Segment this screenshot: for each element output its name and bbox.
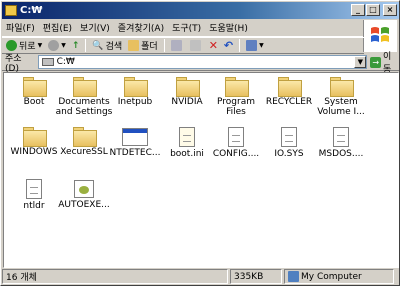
file-item[interactable]: AUTOEXE... bbox=[54, 179, 114, 210]
toolbar-separator bbox=[239, 39, 241, 52]
window-title: C:₩ bbox=[20, 5, 43, 16]
status-object-count: 16 개체 bbox=[2, 269, 228, 284]
file-item[interactable]: CONFIG.... bbox=[206, 127, 266, 159]
chevron-down-icon: ▼ bbox=[61, 42, 66, 49]
item-label: MSDOS.... bbox=[318, 149, 364, 159]
computer-icon bbox=[288, 271, 299, 282]
folder-icon bbox=[278, 77, 302, 97]
status-location: My Computer bbox=[301, 271, 362, 282]
forward-arrow-icon bbox=[48, 40, 60, 51]
status-zone: My Computer bbox=[284, 269, 394, 284]
address-value: C:₩ bbox=[56, 57, 75, 67]
views-button[interactable]: ▼ bbox=[244, 39, 266, 53]
drive-icon bbox=[5, 5, 17, 16]
up-arrow-icon: ↑ bbox=[71, 40, 80, 51]
close-button[interactable]: × bbox=[383, 4, 397, 16]
undo-button[interactable]: ↶ bbox=[222, 39, 235, 53]
windows-flag-icon bbox=[371, 27, 389, 42]
folders-label: 폴더 bbox=[141, 42, 158, 52]
copy-icon bbox=[189, 40, 201, 51]
move-icon bbox=[170, 40, 182, 51]
toolbar-separator bbox=[163, 39, 165, 52]
search-button[interactable]: 🔍 검색 bbox=[90, 39, 124, 53]
folder-icon bbox=[128, 40, 140, 51]
menu-view[interactable]: 보기(V) bbox=[76, 21, 114, 34]
move-to-button[interactable] bbox=[169, 39, 186, 53]
chevron-down-icon: ▼ bbox=[259, 42, 264, 49]
system-file-icon bbox=[281, 127, 297, 147]
minimize-button[interactable]: _ bbox=[351, 4, 365, 16]
go-arrow-icon: → bbox=[370, 56, 381, 68]
menu-favorites[interactable]: 즐겨찾기(A) bbox=[114, 21, 168, 34]
address-label: 주소(D) bbox=[5, 53, 22, 74]
search-icon: 🔍 bbox=[92, 40, 104, 51]
item-label: Inetpub bbox=[117, 97, 153, 107]
up-folder-button[interactable]: ↑ bbox=[70, 39, 82, 53]
search-label: 검색 bbox=[105, 42, 123, 52]
folders-button[interactable]: 폴더 bbox=[126, 39, 160, 53]
folder-item[interactable]: Inetpub bbox=[105, 77, 165, 107]
back-arrow-icon bbox=[6, 40, 17, 51]
status-size: 335KB bbox=[230, 269, 282, 284]
folder-icon bbox=[330, 77, 354, 97]
item-label: System Volume I... bbox=[317, 97, 365, 117]
delete-x-icon: ✕ bbox=[208, 39, 218, 52]
folder-icon bbox=[73, 77, 97, 97]
title-bar[interactable]: C:₩ _ □ × bbox=[2, 2, 399, 19]
window-controls: _ □ × bbox=[351, 4, 397, 16]
toolbar-separator bbox=[85, 39, 87, 52]
folder-icon bbox=[124, 77, 148, 97]
copy-to-button[interactable] bbox=[188, 39, 205, 53]
chevron-down-icon: ▼ bbox=[37, 42, 43, 49]
delete-button[interactable]: ✕ bbox=[207, 39, 220, 53]
item-label: Program Files bbox=[217, 97, 255, 117]
item-label: NTDETEC... bbox=[109, 148, 161, 158]
address-input[interactable]: C:₩ ▼ bbox=[37, 55, 368, 69]
undo-icon: ↶ bbox=[223, 39, 234, 52]
address-bar: 주소(D) C:₩ ▼ → 이동 bbox=[2, 52, 399, 75]
ini-file-icon bbox=[179, 127, 195, 147]
status-bar: 16 개체 335KB My Computer bbox=[2, 269, 399, 285]
views-icon bbox=[246, 40, 258, 51]
address-dropdown-button[interactable]: ▼ bbox=[354, 56, 367, 68]
item-label: AUTOEXE... bbox=[58, 200, 110, 210]
windows-logo bbox=[363, 20, 397, 52]
application-icon bbox=[122, 128, 148, 146]
system-file-icon bbox=[26, 179, 42, 199]
folder-icon bbox=[73, 127, 97, 147]
file-list-pane[interactable]: Boot Documents and Settings Inetpub NVID… bbox=[3, 72, 399, 268]
maximize-button[interactable]: □ bbox=[366, 4, 380, 16]
item-label: CONFIG.... bbox=[212, 149, 260, 159]
drive-icon bbox=[41, 58, 54, 66]
folder-icon bbox=[23, 77, 47, 97]
folder-icon bbox=[176, 77, 200, 97]
file-item[interactable]: NTDETEC... bbox=[105, 127, 165, 158]
system-file-icon bbox=[333, 127, 349, 147]
batch-file-icon bbox=[74, 180, 94, 198]
file-item[interactable]: MSDOS.... bbox=[309, 127, 373, 159]
menu-file[interactable]: 파일(F) bbox=[2, 21, 39, 34]
explorer-window: C:₩ _ □ × 파일(F) 편집(E) 보기(V) 즐겨찾기(A) 도구(T… bbox=[0, 0, 400, 286]
menu-bar: 파일(F) 편집(E) 보기(V) 즐겨찾기(A) 도구(T) 도움말(H) bbox=[2, 19, 364, 37]
menu-edit[interactable]: 편집(E) bbox=[39, 21, 76, 34]
folder-icon bbox=[225, 77, 249, 97]
folder-icon bbox=[23, 127, 47, 147]
system-file-icon bbox=[228, 127, 244, 147]
folder-item[interactable]: System Volume I... bbox=[309, 77, 373, 117]
forward-button[interactable]: ▼ bbox=[46, 39, 68, 53]
menu-tools[interactable]: 도구(T) bbox=[168, 21, 205, 34]
standard-toolbar: 뒤로 ▼ ▼ ↑ 🔍 검색 폴더 ✕ ↶ ▼ bbox=[2, 37, 364, 54]
folder-item[interactable]: Program Files bbox=[206, 77, 266, 117]
menu-help[interactable]: 도움말(H) bbox=[205, 21, 252, 34]
